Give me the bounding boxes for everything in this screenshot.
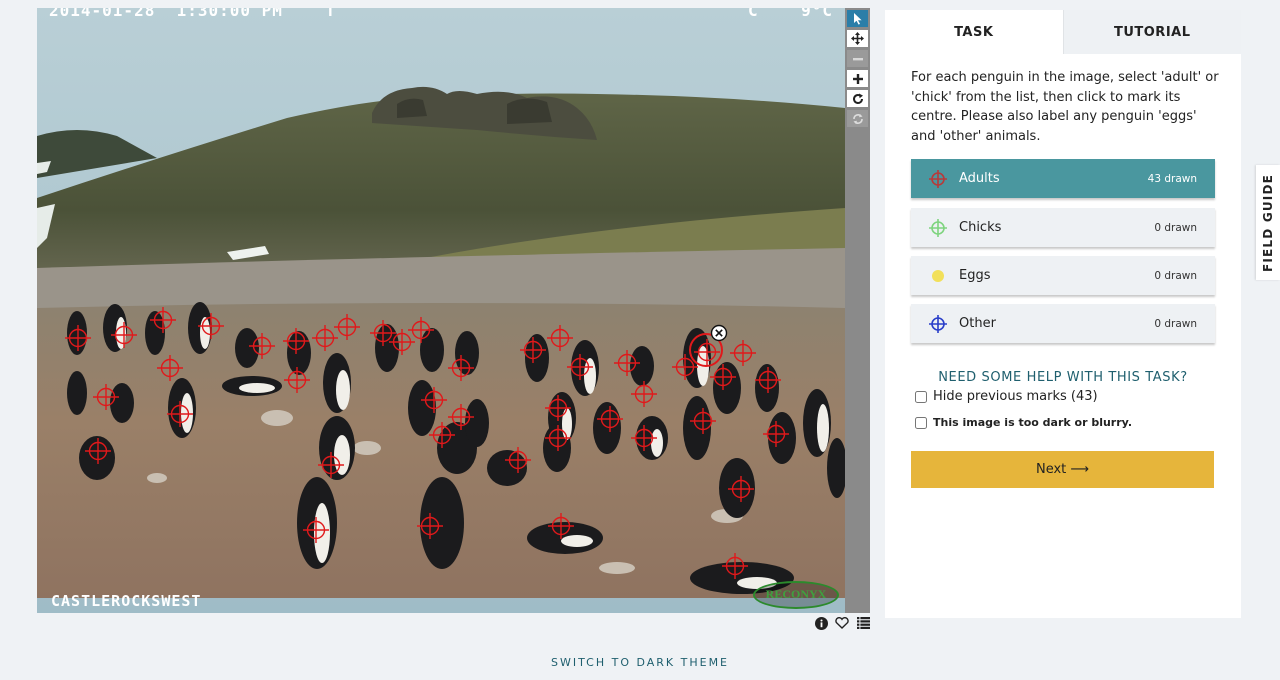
camera-brand-logo: RECONYX (753, 581, 839, 609)
next-button[interactable]: Next ⟶ (911, 451, 1214, 488)
egg-point-icon (929, 267, 947, 285)
too-dark-checkbox[interactable] (915, 416, 927, 429)
tool-count-other: 0 drawn (1154, 317, 1197, 330)
task-help-link[interactable]: NEED SOME HELP WITH THIS TASK? (885, 370, 1241, 385)
too-dark-label: This image is too dark or blurry. (933, 416, 1132, 429)
favourite-icon[interactable] (834, 615, 850, 631)
chick-crosshair-icon (929, 218, 947, 237)
camera-location-label: CASTLEROCKSWEST (51, 592, 202, 610)
image-toolbar (845, 8, 870, 613)
subject-meta-toolbar (813, 615, 871, 631)
camera-datetime-overlay: 2014-01-28 1:30:00 PM T (49, 8, 337, 20)
other-crosshair-icon (929, 314, 947, 333)
hide-marks-row[interactable]: Hide previous marks (43) (915, 389, 1098, 404)
zoom-in-icon[interactable] (847, 70, 868, 87)
task-panel: TASK TUTORIAL For each penguin in the im… (885, 10, 1241, 618)
switch-theme-link[interactable]: SWITCH TO DARK THEME (0, 656, 1280, 669)
hide-marks-label: Hide previous marks (43) (933, 389, 1098, 404)
adult-crosshair-icon (929, 169, 947, 188)
info-icon[interactable] (813, 615, 829, 631)
move-icon[interactable] (847, 30, 868, 47)
too-dark-row[interactable]: This image is too dark or blurry. (915, 416, 1132, 429)
tool-label-other: Other (959, 316, 996, 331)
tool-button-adults[interactable]: Adults 43 drawn (911, 159, 1215, 198)
zoom-out-icon[interactable] (847, 50, 868, 67)
tool-button-other[interactable]: Other 0 drawn (911, 304, 1215, 343)
tool-count-adults: 43 drawn (1147, 172, 1197, 185)
tool-button-eggs[interactable]: Eggs 0 drawn (911, 256, 1215, 295)
rotate-icon[interactable] (847, 90, 868, 107)
tool-count-eggs: 0 drawn (1154, 269, 1197, 282)
tab-task[interactable]: TASK (885, 10, 1063, 54)
field-guide-label: FIELD GUIDE (1261, 173, 1275, 272)
hide-marks-checkbox[interactable] (915, 390, 927, 403)
tool-count-chicks: 0 drawn (1154, 221, 1197, 234)
collections-icon[interactable] (855, 615, 871, 631)
task-instructions: For each penguin in the image, select 'a… (911, 70, 1219, 144)
tool-label-eggs: Eggs (959, 268, 991, 283)
camera-temperature-overlay: C 9°C (747, 8, 833, 20)
tab-tutorial[interactable]: TUTORIAL (1062, 10, 1241, 54)
field-guide-tab[interactable]: FIELD GUIDE (1256, 165, 1280, 280)
pointer-icon[interactable] (847, 10, 868, 27)
tool-label-adults: Adults (959, 171, 1000, 186)
tool-label-chicks: Chicks (959, 220, 1002, 235)
reset-icon[interactable] (847, 110, 868, 127)
tool-button-chicks[interactable]: Chicks 0 drawn (911, 208, 1215, 247)
subject-image-viewer[interactable]: 2014-01-28 1:30:00 PM T C 9°C CASTLEROCK… (37, 8, 845, 613)
task-tabs: TASK TUTORIAL (885, 10, 1241, 54)
